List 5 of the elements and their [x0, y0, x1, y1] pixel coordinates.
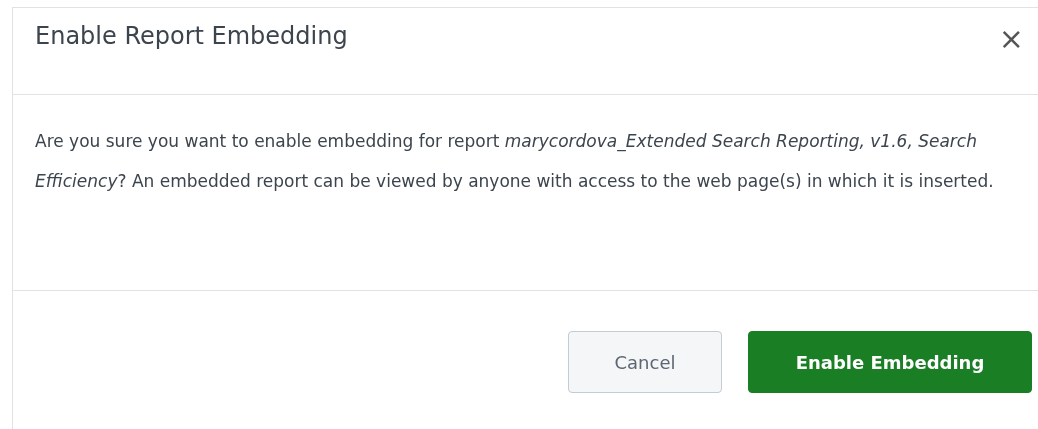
- close-button[interactable]: ×: [992, 24, 1030, 54]
- cancel-button[interactable]: Cancel: [568, 331, 722, 393]
- enable-embedding-button[interactable]: Enable Embedding: [748, 331, 1032, 393]
- dialog-title: Enable Report Embedding: [35, 22, 348, 50]
- confirmation-message: Are you sure you want to enable embedding for report marycordova_Extended Search Reporting, v1.6, Search Efficiency? An embedded report can be viewed by anyone with access to the web page(s) in which it is inserted.: [35, 130, 995, 193]
